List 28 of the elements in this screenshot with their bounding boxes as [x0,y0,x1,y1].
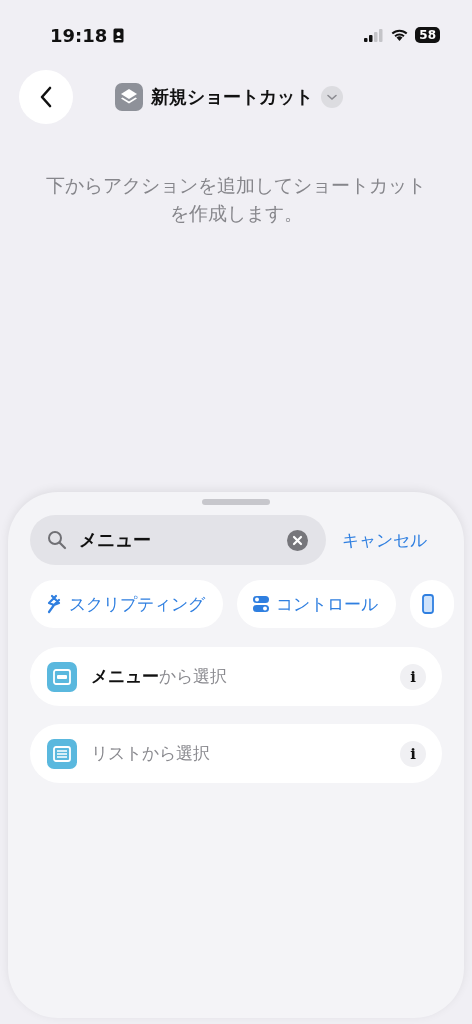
toggle-icon [252,595,270,613]
battery-level: 58 [415,27,440,43]
signal-icon [364,28,385,42]
action-label: リストから選択 [91,742,211,765]
category-chip[interactable]: コントロール [237,580,396,628]
empty-message: 下からアクションを追加してショートカットを作成します。 [45,174,427,226]
menu-card-icon [47,661,77,692]
status-time: 19:18 [50,24,108,46]
category-chip[interactable] [410,580,454,628]
chevron-down-icon[interactable] [321,86,343,108]
chevron-left-icon [39,86,53,108]
info-button[interactable]: i [400,663,426,690]
phone-icon [422,594,434,614]
layers-icon [115,83,143,111]
person-card-icon [113,27,125,43]
search-input[interactable]: メニュー [77,528,277,552]
shortcut-title[interactable]: 新規ショートカット [151,85,313,109]
search-field[interactable]: メニュー [30,515,326,565]
action-row[interactable]: リストから選択 i [30,724,442,783]
action-label: メニューから選択 [91,665,228,688]
action-row[interactable]: メニューから選択 i [30,647,442,706]
cancel-button[interactable]: キャンセル [342,528,427,552]
wifi-icon [390,28,410,42]
search-icon [47,530,67,550]
category-chip[interactable]: スクリプティング [30,580,223,628]
clear-icon[interactable] [287,529,308,551]
list-icon [47,738,77,769]
info-button[interactable]: i [400,740,426,767]
